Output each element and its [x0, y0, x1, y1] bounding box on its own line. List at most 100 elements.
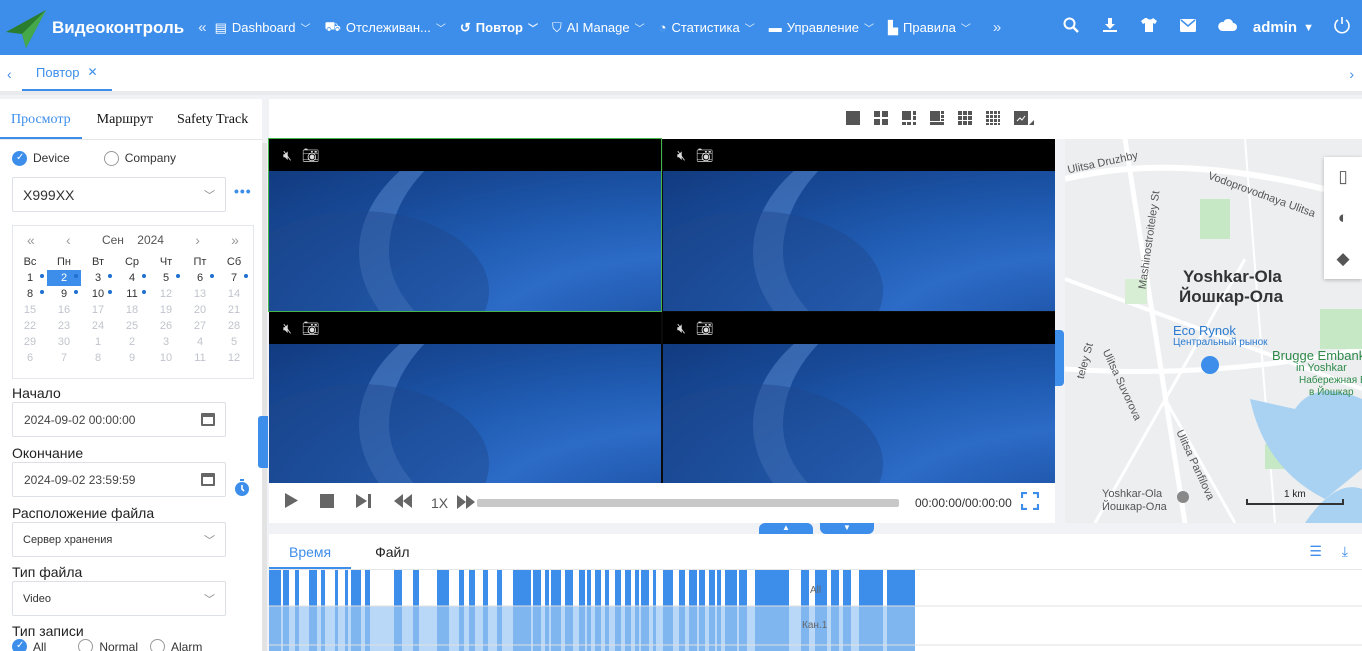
calendar-day[interactable]: 26: [149, 318, 183, 334]
nav-item-dashboard[interactable]: ▤ Dashboard ﹀: [215, 20, 311, 36]
mail-icon[interactable]: [1169, 18, 1208, 37]
calendar-day[interactable]: 17: [81, 302, 115, 318]
snapshot-icon[interactable]: 📷︎: [696, 320, 714, 337]
list-icon[interactable]: ☰: [1309, 543, 1322, 559]
tab-scroll-left-icon[interactable]: ‹: [7, 66, 12, 82]
snapshot-icon[interactable]: 📷︎: [696, 147, 714, 164]
nav-item-tracking[interactable]: ⛟ Отслеживан... ﹀: [324, 19, 445, 37]
layout-16-icon[interactable]: [986, 111, 1000, 125]
tab-time[interactable]: Время: [269, 534, 352, 569]
3d-cube-icon[interactable]: ◆: [1336, 249, 1349, 269]
device-radio[interactable]: [12, 150, 27, 166]
more-options-icon[interactable]: •••: [234, 183, 252, 199]
nav-item-replay[interactable]: ↺ Повтор ﹀: [460, 20, 538, 36]
map-view[interactable]: Ulitsa Druzhby Vodoprovodnaya Ulitsa Mas…: [1065, 139, 1362, 523]
record-normal-radio[interactable]: [78, 639, 94, 651]
calendar-day[interactable]: 3: [81, 270, 115, 286]
calendar-day[interactable]: 8: [81, 350, 115, 366]
calendar-icon[interactable]: [201, 473, 215, 486]
calendar-day[interactable]: 14: [217, 286, 251, 302]
power-icon[interactable]: [1322, 15, 1362, 40]
nav-item-management[interactable]: ▬ Управление ﹀: [769, 20, 874, 35]
collapse-panel-handle[interactable]: [258, 416, 268, 468]
download-icon[interactable]: ⤓: [1342, 543, 1348, 559]
calendar-day[interactable]: 5: [217, 334, 251, 350]
tab-safety-track[interactable]: Safety Track: [166, 99, 259, 139]
tab-view[interactable]: Просмотр: [0, 99, 82, 139]
stopwatch-icon[interactable]: [234, 479, 250, 500]
video-channel-3[interactable]: 🔇︎ 📷︎: [269, 312, 661, 484]
playback-progress-bar[interactable]: [477, 499, 899, 507]
layout-8-icon[interactable]: [930, 111, 944, 125]
satellite-icon[interactable]: ◐: [1338, 208, 1348, 228]
search-icon[interactable]: [1052, 17, 1091, 38]
record-alarm-radio[interactable]: [150, 639, 166, 651]
tab-route[interactable]: Маршрут: [86, 99, 164, 139]
tab-file[interactable]: Файл: [355, 534, 429, 569]
calendar-day[interactable]: 18: [115, 302, 149, 318]
calendar-day[interactable]: 9: [47, 286, 81, 302]
fullscreen-icon[interactable]: [1020, 491, 1040, 515]
traffic-light-icon[interactable]: ▯: [1338, 167, 1347, 187]
file-type-select[interactable]: Video ﹀: [12, 581, 226, 616]
calendar-day[interactable]: 2: [115, 334, 149, 350]
collapse-down-handle[interactable]: ▼: [820, 523, 874, 534]
calendar-day[interactable]: 1: [13, 270, 47, 286]
start-time-input[interactable]: 2024-09-02 00:00:00: [12, 402, 226, 437]
calendar-day[interactable]: 5: [149, 270, 183, 286]
layout-6-icon[interactable]: [902, 111, 916, 125]
next-year-icon[interactable]: »: [231, 232, 239, 248]
speed-up-icon[interactable]: [456, 494, 476, 513]
layout-9-icon[interactable]: [958, 111, 972, 125]
video-channel-4[interactable]: 🔇︎ 📷︎: [663, 312, 1055, 484]
download-icon[interactable]: [1091, 17, 1130, 38]
slow-down-icon[interactable]: [393, 493, 413, 514]
stop-icon[interactable]: [319, 493, 335, 514]
calendar-day[interactable]: 10: [149, 350, 183, 366]
tshirt-icon[interactable]: [1130, 17, 1169, 38]
collapse-map-handle[interactable]: [1055, 330, 1064, 386]
calendar-day[interactable]: 20: [183, 302, 217, 318]
play-icon[interactable]: [283, 492, 299, 514]
mute-icon[interactable]: 🔇︎: [283, 320, 292, 337]
calendar-day[interactable]: 12: [217, 350, 251, 366]
nav-scroll-right-icon[interactable]: »: [993, 19, 1001, 36]
mute-icon[interactable]: 🔇︎: [677, 147, 686, 164]
calendar-day[interactable]: 1: [81, 334, 115, 350]
nav-item-statistics[interactable]: ◔ Статистика ﹀: [659, 20, 755, 35]
mute-icon[interactable]: 🔇︎: [283, 147, 292, 164]
calendar-day[interactable]: 12: [149, 286, 183, 302]
calendar-icon[interactable]: [201, 413, 215, 426]
layout-1-icon[interactable]: [846, 111, 860, 125]
cloud-icon[interactable]: [1208, 18, 1247, 37]
next-month-icon[interactable]: ›: [195, 232, 200, 248]
company-radio[interactable]: [103, 150, 119, 166]
username[interactable]: admin: [1253, 19, 1297, 36]
tab-scroll-right-icon[interactable]: ›: [1349, 66, 1354, 82]
device-select[interactable]: X999XX ﹀: [12, 177, 226, 212]
calendar-day[interactable]: 29: [13, 334, 47, 350]
tab-replay[interactable]: Повтор ✕: [22, 55, 112, 91]
close-icon[interactable]: ✕: [87, 65, 97, 79]
layout-custom-icon[interactable]: [1014, 111, 1034, 125]
calendar-day[interactable]: 28: [217, 318, 251, 334]
panel-scrollbar[interactable]: [262, 143, 267, 651]
calendar-day[interactable]: 9: [115, 350, 149, 366]
file-location-select[interactable]: Сервер хранения ﹀: [12, 522, 226, 557]
calendar-day[interactable]: 15: [13, 302, 47, 318]
prev-year-icon[interactable]: «: [27, 232, 35, 248]
calendar-day[interactable]: 21: [217, 302, 251, 318]
calendar-day[interactable]: 6: [183, 270, 217, 286]
calendar-day[interactable]: 23: [47, 318, 81, 334]
user-menu-caret-icon[interactable]: ▼: [1303, 22, 1314, 34]
timeline-track[interactable]: All Кан.1: [269, 570, 1362, 651]
mute-icon[interactable]: 🔇︎: [677, 320, 686, 337]
nav-item-ai-manage[interactable]: ⛉ AI Manage ﹀: [552, 20, 645, 36]
expand-up-handle[interactable]: ▲: [759, 523, 813, 534]
calendar-day[interactable]: 22: [13, 318, 47, 334]
calendar-day[interactable]: 6: [13, 350, 47, 366]
end-time-input[interactable]: 2024-09-02 23:59:59: [12, 462, 226, 497]
calendar-day[interactable]: 2: [47, 270, 81, 286]
calendar-day[interactable]: 16: [47, 302, 81, 318]
calendar-day[interactable]: 30: [47, 334, 81, 350]
